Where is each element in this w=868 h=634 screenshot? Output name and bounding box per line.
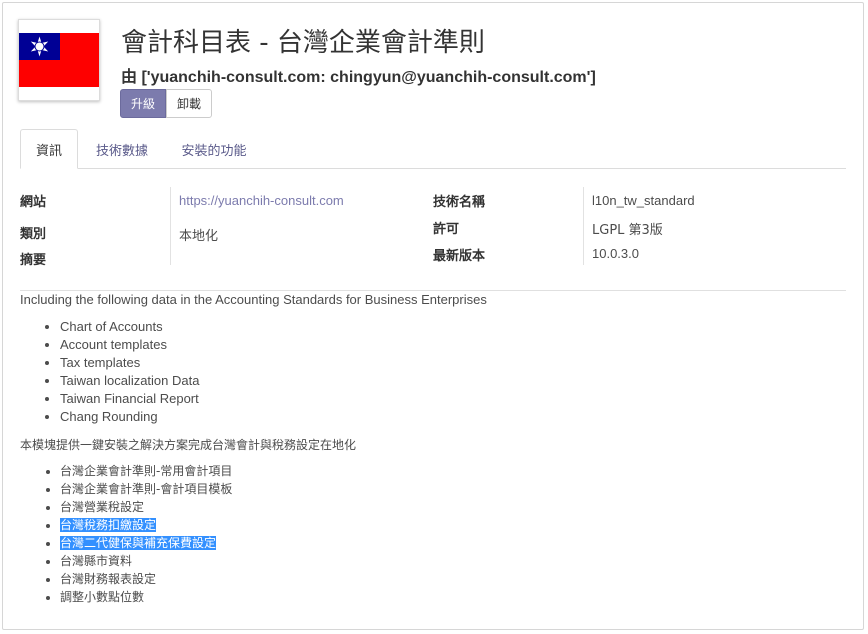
list-item-text: 台灣縣市資料 (60, 554, 133, 568)
module-author: 由 ['yuanchih-consult.com: chingyun@yuanc… (121, 69, 596, 86)
list-item-text: 調整小數點位數 (60, 590, 145, 604)
list-item: 台灣稅務扣繳設定 (60, 516, 232, 534)
list-item: 台灣營業稅設定 (60, 498, 232, 516)
upgrade-button[interactable]: 升級 (120, 89, 166, 118)
list-item: Taiwan Financial Report (60, 390, 199, 408)
list-item: 台灣企業會計準則-會計項目模板 (60, 480, 232, 498)
version-value: 10.0.3.0 (592, 246, 639, 261)
info-separator-left (170, 187, 171, 265)
list-item: 台灣企業會計準則-常用會計項目 (60, 462, 232, 480)
tab-info[interactable]: 資訊 (20, 129, 78, 169)
list-item-text: 台灣企業會計準則-常用會計項目 (60, 464, 233, 478)
summary-label: 摘要 (20, 253, 47, 268)
category-label: 類別 (20, 227, 47, 242)
license-label: 許可 (433, 222, 460, 237)
list-item: Chang Rounding (60, 408, 199, 426)
tech-name-value: l10n_tw_standard (592, 193, 695, 208)
list-item: 台灣縣市資料 (60, 552, 232, 570)
list-item: Tax templates (60, 354, 199, 372)
feature-list-zh: 台灣企業會計準則-常用會計項目 台灣企業會計準則-會計項目模板 台灣營業稅設定 … (40, 462, 232, 606)
list-item-text: 台灣財務報表設定 (60, 572, 157, 586)
taiwan-flag-icon (18, 19, 100, 101)
list-item: 台灣二代健保與補充保費設定 (60, 534, 232, 552)
description-intro-zh: 本模塊提供一鍵安裝之解決方案完成台灣會計與稅務設定在地化 (20, 438, 357, 452)
category-value: 本地化 (179, 229, 219, 244)
list-item: Taiwan localization Data (60, 372, 199, 390)
tab-technical-data[interactable]: 技術數據 (82, 129, 162, 169)
license-value: LGPL 第3版 (592, 223, 663, 238)
selected-text: 台灣二代健保與補充保費設定 (60, 536, 217, 550)
list-item: 台灣財務報表設定 (60, 570, 232, 588)
list-item: Chart of Accounts (60, 318, 199, 336)
list-item: 調整小數點位數 (60, 588, 232, 606)
feature-list-en: Chart of Accounts Account templates Tax … (40, 318, 199, 426)
uninstall-button[interactable]: 卸載 (166, 89, 212, 118)
description-intro-en: Including the following data in the Acco… (20, 292, 487, 307)
page-title: 會計科目表 - 台灣企業會計準則 (121, 28, 485, 58)
list-item-text: 台灣企業會計準則-會計項目模板 (60, 482, 233, 496)
selected-text: 台灣稅務扣繳設定 (60, 518, 157, 532)
description-divider (20, 290, 846, 291)
tab-installed-features[interactable]: 安裝的功能 (168, 129, 260, 169)
website-label: 網站 (20, 195, 47, 210)
list-item-text: 台灣營業稅設定 (60, 500, 145, 514)
tech-name-label: 技術名稱 (433, 195, 486, 210)
list-item: Account templates (60, 336, 199, 354)
info-separator-right (583, 187, 584, 265)
version-label: 最新版本 (433, 249, 486, 264)
website-link[interactable]: https://yuanchih-consult.com (179, 193, 344, 208)
